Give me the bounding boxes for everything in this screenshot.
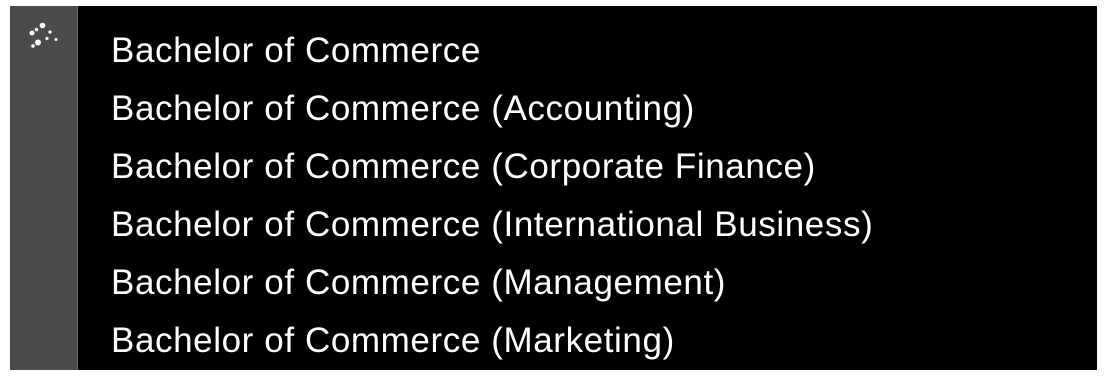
course-list: Bachelor of Commerce Bachelor of Commerc…: [78, 6, 1097, 370]
course-item-marketing[interactable]: Bachelor of Commerce (Marketing): [111, 312, 1097, 370]
course-item-corporate-finance[interactable]: Bachelor of Commerce (Corporate Finance): [111, 138, 1097, 196]
course-item-international-business[interactable]: Bachelor of Commerce (International Busi…: [111, 196, 1097, 254]
course-item-accounting[interactable]: Bachelor of Commerce (Accounting): [111, 80, 1097, 138]
side-rail: [10, 6, 78, 370]
course-item-management[interactable]: Bachelor of Commerce (Management): [111, 254, 1097, 312]
course-item-bachelor-of-commerce[interactable]: Bachelor of Commerce: [111, 22, 1097, 80]
course-list-panel: Bachelor of Commerce Bachelor of Commerc…: [10, 6, 1097, 370]
scatter-dots-icon: [29, 22, 58, 48]
